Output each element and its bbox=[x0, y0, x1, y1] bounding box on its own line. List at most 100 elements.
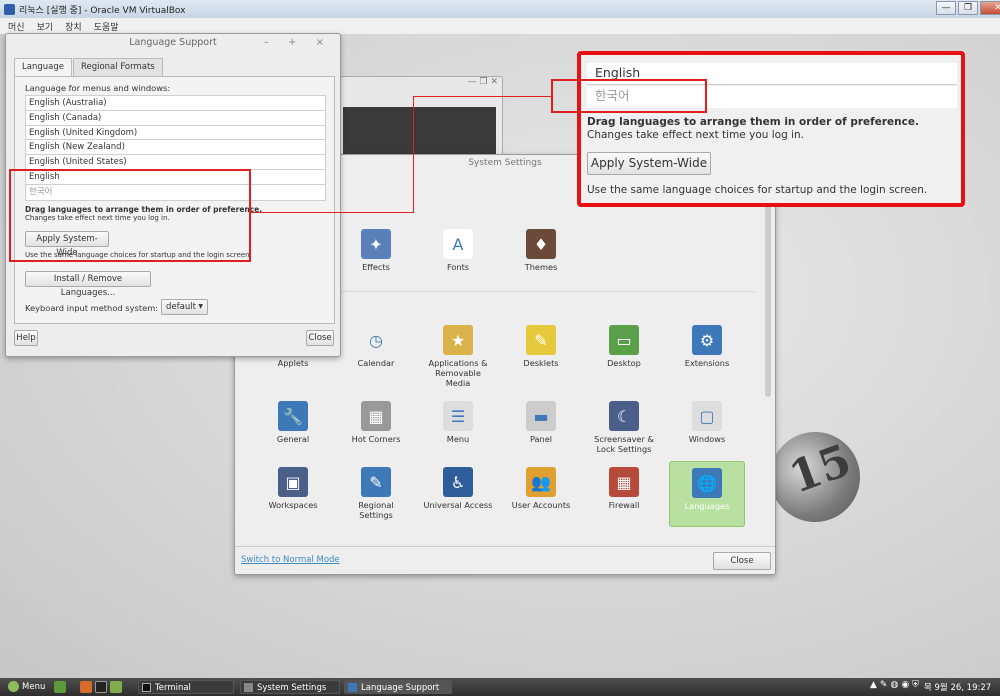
show-desktop-icon[interactable] bbox=[54, 681, 66, 693]
vbox-window-controls: — ❐ ✕ bbox=[934, 1, 1000, 15]
zoom-changes-hint: Changes take effect next time you log in… bbox=[587, 129, 804, 141]
settings-item-fonts[interactable]: A Fonts bbox=[420, 229, 496, 272]
scrollbar[interactable] bbox=[765, 197, 771, 397]
list-item[interactable]: English (Australia) bbox=[26, 96, 325, 111]
settings-item-hot-corners[interactable]: ▦ Hot Corners bbox=[338, 401, 414, 444]
terminal-icon[interactable] bbox=[95, 681, 107, 693]
themes-icon: ♦ bbox=[526, 229, 556, 259]
vbox-title: 리눅스 [실행 중] - Oracle VM VirtualBox bbox=[19, 5, 186, 16]
settings-item-desktop[interactable]: ▭ Desktop bbox=[586, 325, 662, 368]
settings-item-desklets[interactable]: ✎ Desklets bbox=[503, 325, 579, 368]
settings-item-label: Calendar bbox=[357, 358, 395, 368]
menu-machine[interactable]: 머신 bbox=[8, 20, 25, 33]
user-accounts-icon: 👥 bbox=[526, 467, 556, 497]
settings-item-effects[interactable]: ✦ Effects bbox=[338, 229, 414, 272]
languages-icon: 🌐 bbox=[692, 468, 722, 498]
minimize-button[interactable]: — bbox=[936, 1, 956, 15]
menu-label: Menu bbox=[22, 682, 46, 692]
taskbar-window-language-support[interactable]: Language Support bbox=[344, 680, 452, 694]
settings-item-firewall[interactable]: ▦ Firewall bbox=[586, 467, 662, 510]
help-button[interactable]: Help bbox=[14, 330, 38, 346]
zoom-apply-hint: Use the same language choices for startu… bbox=[587, 184, 928, 196]
settings-item-universal-access[interactable]: ♿ Universal Access bbox=[420, 467, 496, 510]
settings-item-label: Applications & Removable Media bbox=[428, 358, 488, 388]
panel-icon: ▬ bbox=[526, 401, 556, 431]
keyboard-input-select[interactable]: default ▼ bbox=[161, 299, 208, 315]
windows-icon: ▢ bbox=[692, 401, 722, 431]
settings-item-screensaver[interactable]: ☾ Screensaver & Lock Settings bbox=[586, 401, 662, 454]
callout-line bbox=[251, 212, 414, 213]
settings-item-applications[interactable]: ★ Applications & Removable Media bbox=[420, 325, 496, 388]
files-icon[interactable] bbox=[110, 681, 122, 693]
menu-help[interactable]: 도움말 bbox=[94, 20, 119, 33]
window-label: System Settings bbox=[257, 683, 327, 693]
settings-item-workspaces[interactable]: ▣ Workspaces bbox=[255, 467, 331, 510]
background-window-controls: — ❐ ✕ bbox=[467, 77, 498, 87]
regional-settings-icon: ✎ bbox=[361, 467, 391, 497]
list-item[interactable]: English (New Zealand) bbox=[26, 140, 325, 156]
list-item[interactable]: English (Canada) bbox=[26, 111, 325, 126]
settings-item-label: Hot Corners bbox=[351, 434, 401, 444]
settings-item-label: User Accounts bbox=[511, 500, 571, 510]
tray-icons[interactable]: ▲✎◍◉⛨ bbox=[870, 680, 922, 690]
settings-item-label: General bbox=[276, 434, 310, 444]
settings-item-label: Fonts bbox=[446, 262, 470, 272]
effects-icon: ✦ bbox=[361, 229, 391, 259]
menu-devices[interactable]: 장치 bbox=[65, 20, 82, 33]
settings-item-label: Extensions bbox=[684, 358, 730, 368]
terminal-icon bbox=[142, 683, 151, 692]
callout-line bbox=[413, 96, 552, 97]
zoom-apply-button: Apply System-Wide bbox=[587, 152, 711, 175]
firefox-icon[interactable] bbox=[80, 681, 92, 693]
settings-item-languages[interactable]: 🌐 Languages bbox=[669, 461, 745, 527]
clock[interactable]: 목 9월 26, 19:27 bbox=[924, 681, 991, 693]
install-remove-languages-button[interactable]: Install / Remove Languages... bbox=[25, 271, 151, 298]
tab-regional-formats[interactable]: Regional Formats bbox=[72, 58, 163, 76]
settings-item-regional[interactable]: ✎ Regional Settings bbox=[338, 467, 414, 520]
close-button[interactable]: Close bbox=[306, 330, 334, 346]
maximize-button[interactable]: ❐ bbox=[958, 1, 978, 15]
settings-item-panel[interactable]: ▬ Panel bbox=[503, 401, 579, 444]
settings-item-menu[interactable]: ☰ Menu bbox=[420, 401, 496, 444]
settings-item-calendar[interactable]: ◷ Calendar bbox=[338, 325, 414, 368]
close-button[interactable]: Close bbox=[713, 552, 771, 570]
settings-item-extensions[interactable]: ⚙ Extensions bbox=[669, 325, 745, 368]
settings-item-label: Languages bbox=[684, 501, 730, 511]
hot-corners-icon: ▦ bbox=[361, 401, 391, 431]
taskbar-window-terminal[interactable]: Terminal bbox=[138, 680, 234, 694]
settings-item-label: Universal Access bbox=[423, 500, 493, 510]
tab-language[interactable]: Language bbox=[14, 58, 72, 76]
firewall-icon: ▦ bbox=[609, 467, 639, 497]
settings-item-themes[interactable]: ♦ Themes bbox=[503, 229, 579, 272]
language-icon bbox=[348, 683, 357, 692]
keyboard-input-value: default bbox=[166, 302, 196, 312]
list-item[interactable]: English (United States) bbox=[26, 155, 325, 170]
settings-item-general[interactable]: 🔧 General bbox=[255, 401, 331, 444]
settings-item-user-accounts[interactable]: 👥 User Accounts bbox=[503, 467, 579, 510]
desklets-icon: ✎ bbox=[526, 325, 556, 355]
vbox-menubar: 머신 보기 장치 도움말 bbox=[0, 18, 1000, 34]
settings-item-windows[interactable]: ▢ Windows bbox=[669, 401, 745, 444]
window-controls[interactable]: – + × bbox=[264, 37, 332, 48]
settings-item-label: Menu bbox=[446, 434, 470, 444]
fonts-icon: A bbox=[443, 229, 473, 259]
taskbar-window-system-settings[interactable]: System Settings bbox=[240, 680, 340, 694]
menu-button[interactable]: Menu bbox=[6, 680, 45, 694]
close-button[interactable]: ✕ bbox=[980, 1, 1000, 15]
calendar-icon: ◷ bbox=[361, 325, 391, 355]
list-label: Language for menus and windows: bbox=[25, 83, 171, 93]
list-item[interactable]: English (United Kingdom) bbox=[26, 126, 325, 141]
settings-item-label: Windows bbox=[688, 434, 726, 444]
applications-icon: ★ bbox=[443, 325, 473, 355]
menu-icon: ☰ bbox=[443, 401, 473, 431]
keyboard-label: Keyboard input method system: bbox=[25, 303, 159, 313]
korean-highlight-box bbox=[551, 79, 707, 113]
mint-menu-icon bbox=[8, 681, 19, 692]
tab-bar: Language Regional Formats bbox=[14, 58, 164, 76]
settings-item-label: Desklets bbox=[523, 358, 559, 368]
virtualbox-icon bbox=[4, 3, 15, 15]
menu-view[interactable]: 보기 bbox=[37, 20, 54, 33]
switch-normal-mode-link[interactable]: Switch to Normal Mode bbox=[241, 555, 340, 565]
screensaver-icon: ☾ bbox=[609, 401, 639, 431]
settings-item-label: Screensaver & Lock Settings bbox=[594, 434, 654, 454]
